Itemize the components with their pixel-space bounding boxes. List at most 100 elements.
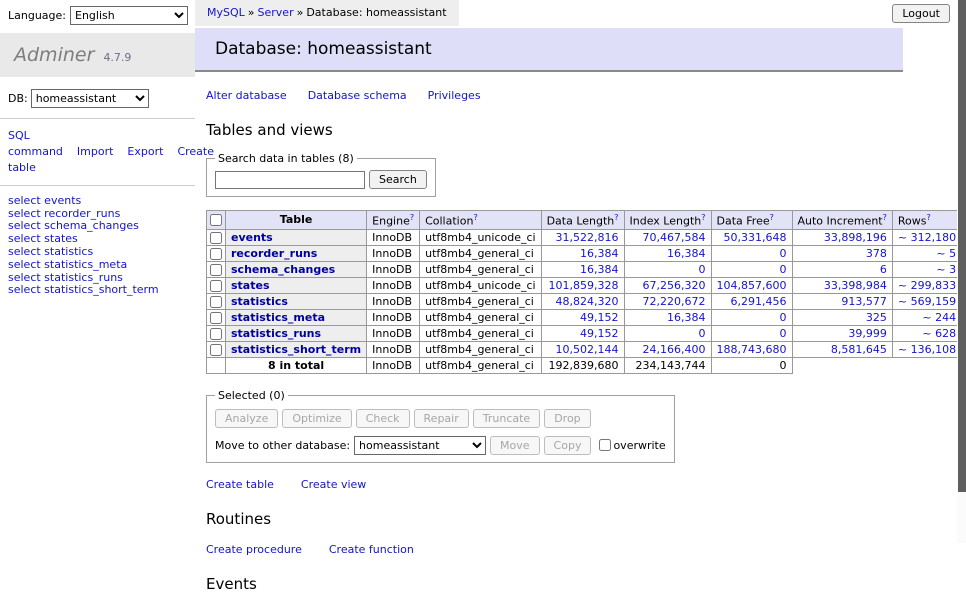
table-name-link[interactable]: statistics_meta — [231, 311, 325, 324]
logout-button[interactable]: Logout — [892, 4, 950, 23]
index-length-link[interactable]: 67,256,320 — [643, 279, 706, 292]
search-button[interactable]: Search — [369, 170, 427, 189]
breadcrumb-server-link[interactable]: Server — [258, 6, 294, 19]
auto-increment-link[interactable]: 913,577 — [841, 295, 887, 308]
sql-command-link[interactable]: SQL command — [8, 129, 63, 158]
index-length-link[interactable]: 16,384 — [667, 247, 706, 260]
create-table-link[interactable]: Create table — [206, 478, 274, 491]
index-length-link[interactable]: 0 — [699, 327, 706, 340]
select-table-link[interactable]: select statistics_runs — [8, 271, 123, 284]
select-table-link[interactable]: select states — [8, 232, 78, 245]
row-checkbox[interactable] — [210, 344, 222, 356]
data-free-link[interactable]: 0 — [780, 327, 787, 340]
data-free-link[interactable]: 6,291,456 — [731, 295, 787, 308]
index-length-link[interactable]: 16,384 — [667, 311, 706, 324]
select-table-link[interactable]: select events — [8, 194, 81, 207]
data-length-link[interactable]: 16,384 — [580, 247, 619, 260]
select-table-link[interactable]: select schema_changes — [8, 219, 139, 232]
data-length-link[interactable]: 49,152 — [580, 327, 619, 340]
auto-increment-link[interactable]: 39,999 — [848, 327, 887, 340]
rows-link[interactable]: ~ 136,108 — [898, 343, 956, 356]
auto-increment-link[interactable]: 378 — [866, 247, 887, 260]
auto-increment-link[interactable]: 8,581,645 — [831, 343, 887, 356]
table-name-link[interactable]: statistics_runs — [231, 327, 321, 340]
auto-increment-link[interactable]: 6 — [880, 263, 887, 276]
index-length-link[interactable]: 72,220,672 — [643, 295, 706, 308]
data-free-link[interactable]: 0 — [780, 311, 787, 324]
column-help-link[interactable]: ? — [410, 213, 414, 222]
check-button[interactable]: Check — [356, 409, 410, 428]
move-db-select[interactable]: homeassistant — [354, 436, 486, 455]
data-length-link[interactable]: 49,152 — [580, 311, 619, 324]
index-length-link[interactable]: 24,166,400 — [643, 343, 706, 356]
drop-button[interactable]: Drop — [544, 409, 590, 428]
data-free-link[interactable]: 0 — [780, 263, 787, 276]
index-length-link[interactable]: 70,467,584 — [643, 231, 706, 244]
auto-increment-link[interactable]: 33,898,196 — [824, 231, 887, 244]
repair-button[interactable]: Repair — [414, 409, 469, 428]
data-length-link[interactable]: 48,824,320 — [556, 295, 619, 308]
language-select[interactable]: English — [70, 6, 188, 25]
rows-link[interactable]: ~ 299,833 — [898, 279, 956, 292]
table-name-link[interactable]: events — [231, 231, 273, 244]
alter-database-link[interactable]: Alter database — [206, 89, 287, 102]
row-checkbox[interactable] — [210, 248, 222, 260]
data-length-link[interactable]: 31,522,816 — [556, 231, 619, 244]
move-button[interactable]: Move — [490, 436, 540, 455]
select-all-checkbox[interactable] — [210, 214, 222, 226]
row-checkbox[interactable] — [210, 296, 222, 308]
data-length-link[interactable]: 10,502,144 — [556, 343, 619, 356]
import-link[interactable]: Import — [77, 145, 114, 158]
select-table-link[interactable]: select statistics — [8, 245, 93, 258]
data-length-link[interactable]: 101,859,328 — [549, 279, 619, 292]
row-checkbox[interactable] — [210, 232, 222, 244]
copy-button[interactable]: Copy — [544, 436, 592, 455]
rows-link[interactable]: ~ 244 — [922, 311, 956, 324]
row-checkbox[interactable] — [210, 328, 222, 340]
scrollbar-thumb[interactable] — [958, 0, 966, 492]
overwrite-option[interactable]: overwrite — [599, 439, 665, 452]
auto-increment-link[interactable]: 33,398,984 — [824, 279, 887, 292]
search-input[interactable] — [215, 171, 365, 189]
create-procedure-link[interactable]: Create procedure — [206, 543, 302, 556]
data-free-link[interactable]: 50,331,648 — [724, 231, 787, 244]
rows-link[interactable]: ~ 569,159 — [898, 295, 956, 308]
row-checkbox[interactable] — [210, 312, 222, 324]
vertical-scrollbar[interactable] — [957, 0, 966, 543]
select-table-link[interactable]: select recorder_runs — [8, 207, 120, 220]
auto-increment-link[interactable]: 325 — [866, 311, 887, 324]
data-free-link[interactable]: 188,743,680 — [717, 343, 787, 356]
db-select[interactable]: homeassistant — [31, 89, 149, 108]
analyze-button[interactable]: Analyze — [215, 409, 278, 428]
index-length-link[interactable]: 0 — [699, 263, 706, 276]
optimize-button[interactable]: Optimize — [282, 409, 351, 428]
select-table-link[interactable]: select statistics_short_term — [8, 283, 159, 296]
column-help-link[interactable]: ? — [770, 213, 774, 222]
create-function-link[interactable]: Create function — [329, 543, 414, 556]
table-name-link[interactable]: schema_changes — [231, 263, 335, 276]
row-checkbox[interactable] — [210, 280, 222, 292]
column-help-link[interactable]: ? — [701, 213, 705, 222]
column-help-link[interactable]: ? — [614, 213, 618, 222]
data-free-link[interactable]: 104,857,600 — [717, 279, 787, 292]
rows-link[interactable]: ~ 3 — [936, 263, 956, 276]
breadcrumb-mysql-link[interactable]: MySQL — [207, 6, 245, 19]
column-help-link[interactable]: ? — [883, 213, 887, 222]
table-name-link[interactable]: statistics — [231, 295, 288, 308]
table-name-link[interactable]: recorder_runs — [231, 247, 317, 260]
table-name-link[interactable]: states — [231, 279, 270, 292]
column-help-link[interactable]: ? — [473, 213, 477, 222]
rows-link[interactable]: ~ 312,180 — [898, 231, 956, 244]
row-checkbox[interactable] — [210, 264, 222, 276]
data-length-link[interactable]: 16,384 — [580, 263, 619, 276]
data-free-link[interactable]: 0 — [780, 247, 787, 260]
create-view-link[interactable]: Create view — [301, 478, 366, 491]
truncate-button[interactable]: Truncate — [473, 409, 540, 428]
select-table-link[interactable]: select statistics_meta — [8, 258, 127, 271]
rows-link[interactable]: ~ 5 — [936, 247, 956, 260]
privileges-link[interactable]: Privileges — [428, 89, 481, 102]
table-name-link[interactable]: statistics_short_term — [231, 343, 361, 356]
export-link[interactable]: Export — [127, 145, 163, 158]
overwrite-checkbox[interactable] — [599, 439, 611, 451]
database-schema-link[interactable]: Database schema — [308, 89, 407, 102]
